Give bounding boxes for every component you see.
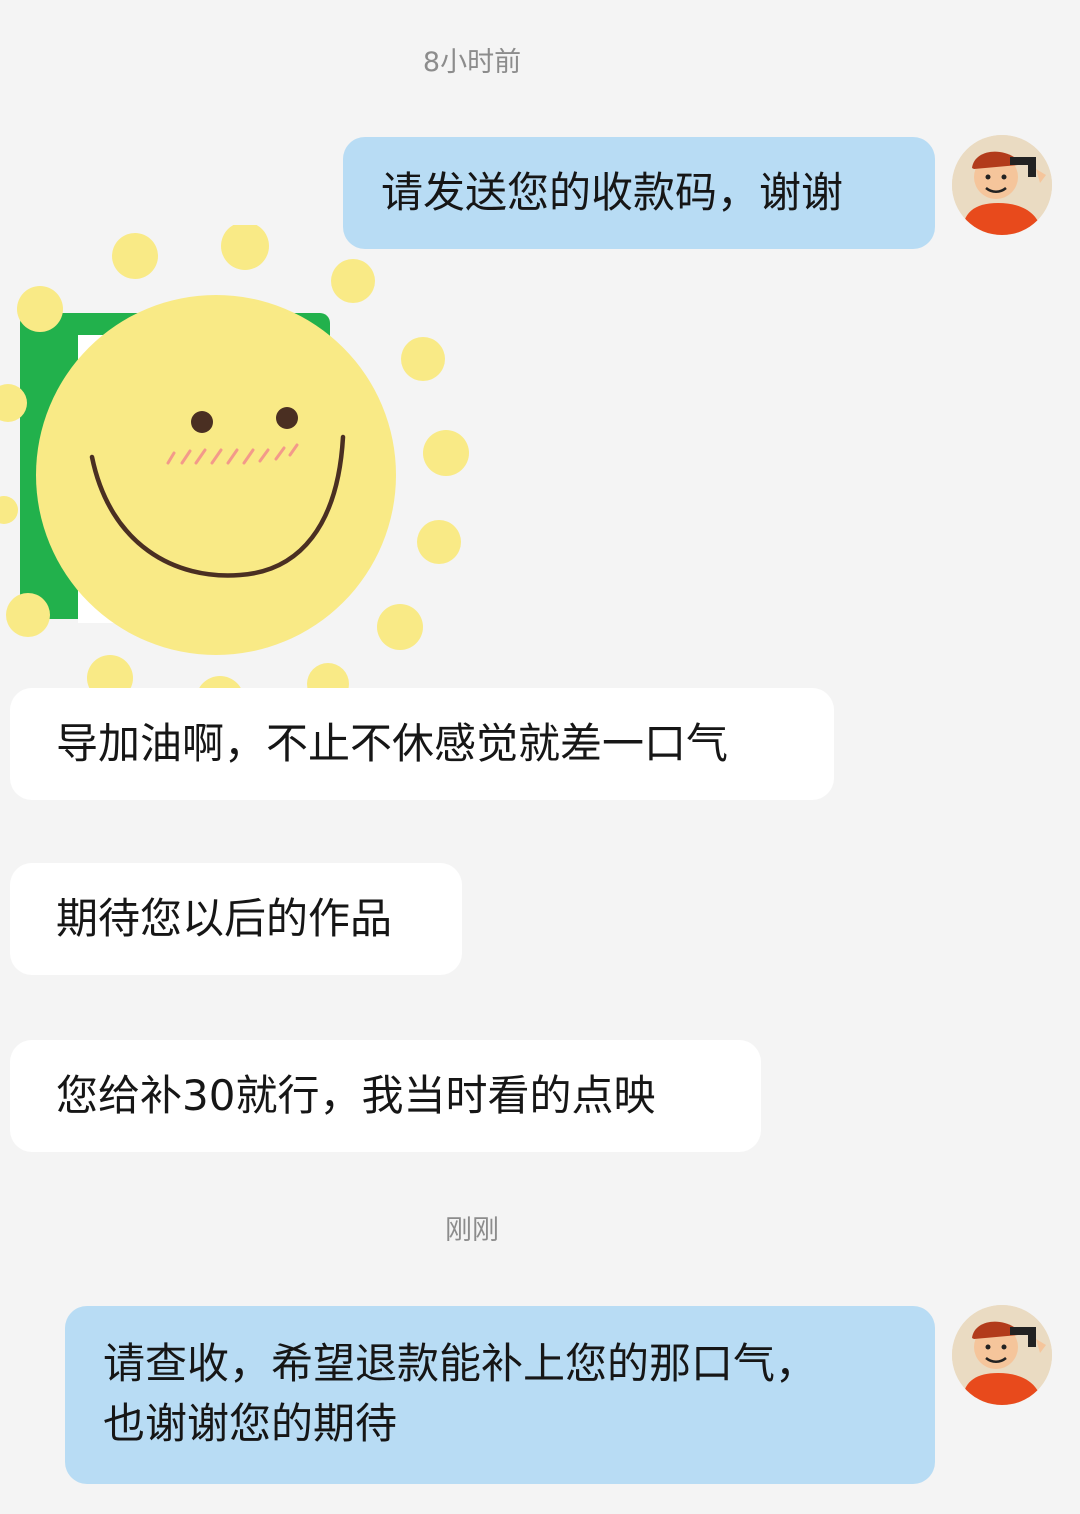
smiley-sun-sticker-icon xyxy=(0,222,469,724)
sticker-image-message[interactable] xyxy=(0,222,480,725)
message-bubble-other[interactable]: 期待您以后的作品 xyxy=(10,863,462,975)
avatar-icon xyxy=(952,135,1052,235)
avatar-self[interactable] xyxy=(952,135,1052,235)
timestamp: 8小时前 xyxy=(422,47,522,78)
message-bubble-other[interactable]: 导加油啊，不止不休感觉就差一口气 xyxy=(10,688,834,800)
avatar-icon xyxy=(952,1305,1052,1405)
timestamp: 刚刚 xyxy=(445,1215,499,1246)
message-bubble-self[interactable]: 请查收，希望退款能补上您的那口气， 也谢谢您的期待 xyxy=(65,1306,935,1484)
avatar-self[interactable] xyxy=(952,1305,1052,1405)
message-bubble-other[interactable]: 您给补30就行，我当时看的点映 xyxy=(10,1040,761,1152)
